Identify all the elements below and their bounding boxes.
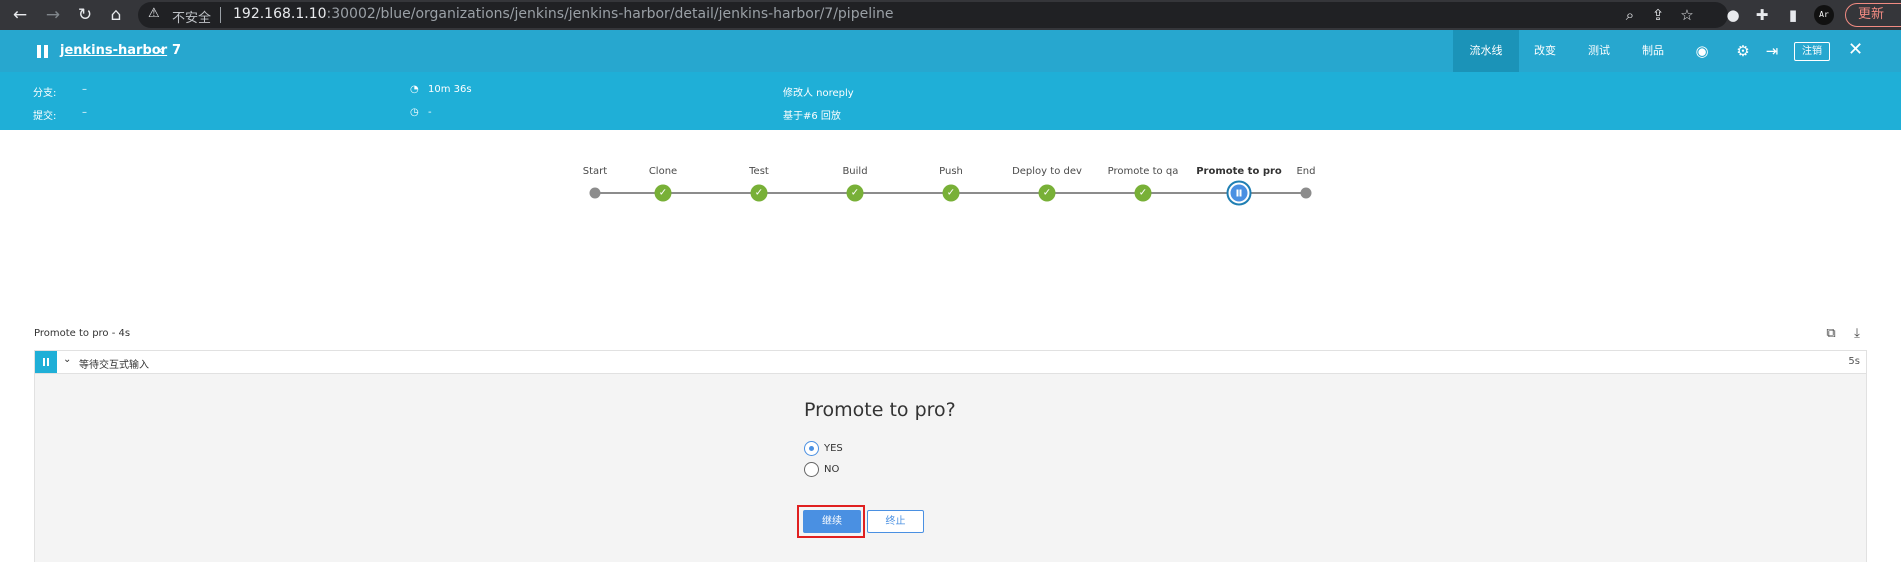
stage-node-promote-pro-paused-icon[interactable] (1226, 180, 1252, 206)
stage-node-build-success-icon[interactable]: ✓ (846, 184, 864, 202)
radio-yes[interactable] (804, 441, 819, 456)
share-icon[interactable]: ⇪ (1648, 5, 1668, 25)
tab-artifacts[interactable]: 制品 (1627, 30, 1679, 72)
step-duration: 5s (1848, 356, 1860, 367)
stage-label-test[interactable]: Test (749, 166, 769, 177)
clock-icon: ◷ (410, 107, 419, 118)
duration-icon: ◔ (410, 84, 419, 95)
stage-label-end: End (1296, 166, 1316, 177)
stage-label-promote-qa[interactable]: Promote to qa (1108, 166, 1179, 177)
insecure-label: 不安全 (172, 11, 212, 26)
job-name-link[interactable]: jenkins-harbor (60, 43, 167, 58)
download-icon[interactable]: ⤓ (1849, 326, 1865, 342)
forward-arrow-icon[interactable]: → (42, 4, 64, 26)
open-external-icon[interactable]: ⧉ (1823, 326, 1839, 342)
radio-yes-label[interactable]: YES (824, 443, 843, 454)
stop-run-icon[interactable]: ◉ (1693, 42, 1711, 60)
radio-no-label[interactable]: NO (824, 464, 839, 475)
step-label: 等待交互式输入 (79, 360, 149, 371)
run-number: 7 (172, 43, 182, 58)
update-button[interactable]: 更新 (1845, 3, 1901, 27)
classic-ui-icon[interactable]: ⇥ (1763, 42, 1781, 60)
tab-changes[interactable]: 改变 (1519, 30, 1571, 72)
back-arrow-icon[interactable]: ← (9, 4, 31, 26)
gear-icon[interactable]: ⚙ (1734, 42, 1752, 60)
stage-label-push[interactable]: Push (939, 166, 963, 177)
chevron-left-icon[interactable]: ‹ (158, 41, 164, 59)
run-header: jenkins-harbor ‹ 7 流水线 改变 测试 制品 ◉ ⚙ ⇥ 注销… (0, 30, 1901, 130)
browser-toolbar: ← → ↻ ⌂ ⚠ 不安全 192.168.1.10:30002/blue/or… (0, 0, 1901, 30)
stage-label-start: Start (582, 166, 608, 177)
stage-label-build[interactable]: Build (842, 166, 867, 177)
ended-value: - (428, 107, 432, 118)
stage-node-end (1300, 187, 1312, 199)
branch-label: 分支: (33, 88, 57, 99)
step-paused-icon (35, 351, 57, 373)
bookmark-star-icon[interactable]: ☆ (1677, 5, 1697, 25)
stage-node-start (589, 187, 601, 199)
puzzle-icon[interactable]: ✚ (1752, 5, 1772, 25)
address-bar[interactable]: ⚠ 不安全 192.168.1.10:30002/blue/organizati… (138, 2, 1728, 28)
tab-tests[interactable]: 测试 (1573, 30, 1625, 72)
url-host: 192.168.1.10 (233, 6, 327, 22)
abort-button[interactable]: 终止 (867, 510, 924, 533)
stage-node-clone-success-icon[interactable]: ✓ (654, 184, 672, 202)
logout-button[interactable]: 注销 (1794, 42, 1830, 61)
url-text[interactable]: 192.168.1.10:30002/blue/organizations/je… (233, 6, 893, 22)
pause-icon (37, 45, 48, 58)
commit-label: 提交: (33, 111, 57, 122)
header-top-bar: jenkins-harbor ‹ 7 流水线 改变 测试 制品 ◉ ⚙ ⇥ 注销… (0, 30, 1901, 72)
duration-value: 10m 36s (428, 84, 472, 95)
zoom-icon[interactable]: ⌕ (1620, 5, 1640, 25)
side-panel-icon[interactable]: ▮ (1783, 5, 1803, 25)
stage-node-push-success-icon[interactable]: ✓ (942, 184, 960, 202)
radio-no[interactable] (804, 462, 819, 477)
tab-pipeline[interactable]: 流水线 (1453, 30, 1519, 72)
stage-node-test-success-icon[interactable]: ✓ (750, 184, 768, 202)
stage-label-clone[interactable]: Clone (649, 166, 677, 177)
changes-text: 修改人 noreply (783, 88, 854, 99)
warning-icon: ⚠ (148, 6, 160, 21)
commit-value: – (82, 107, 87, 118)
close-icon[interactable]: ✕ (1848, 40, 1863, 60)
proceed-button[interactable]: 继续 (803, 510, 861, 533)
url-path: :30002/blue/organizations/jenkins/jenkin… (326, 6, 894, 22)
branch-value: – (82, 84, 87, 95)
home-icon[interactable]: ⌂ (105, 4, 127, 26)
profile-avatar[interactable]: Ar (1814, 5, 1834, 25)
step-row[interactable]: ⌄ 等待交互式输入 5s (34, 350, 1867, 374)
pause-icon (1230, 184, 1248, 202)
address-divider (220, 7, 221, 23)
stage-node-deploy-dev-success-icon[interactable]: ✓ (1038, 184, 1056, 202)
chevron-down-icon[interactable]: ⌄ (63, 354, 71, 365)
replay-text: 基于#6 回放 (783, 111, 841, 122)
stage-node-promote-qa-success-icon[interactable]: ✓ (1134, 184, 1152, 202)
extension-icon[interactable]: ● (1723, 5, 1743, 25)
stage-log-title: Promote to pro - 4s (34, 328, 131, 339)
input-question: Promote to pro? (804, 399, 956, 421)
stage-label-deploy-dev[interactable]: Deploy to dev (1012, 166, 1082, 177)
reload-icon[interactable]: ↻ (74, 4, 96, 26)
stage-label-promote-pro[interactable]: Promote to pro (1196, 166, 1282, 177)
